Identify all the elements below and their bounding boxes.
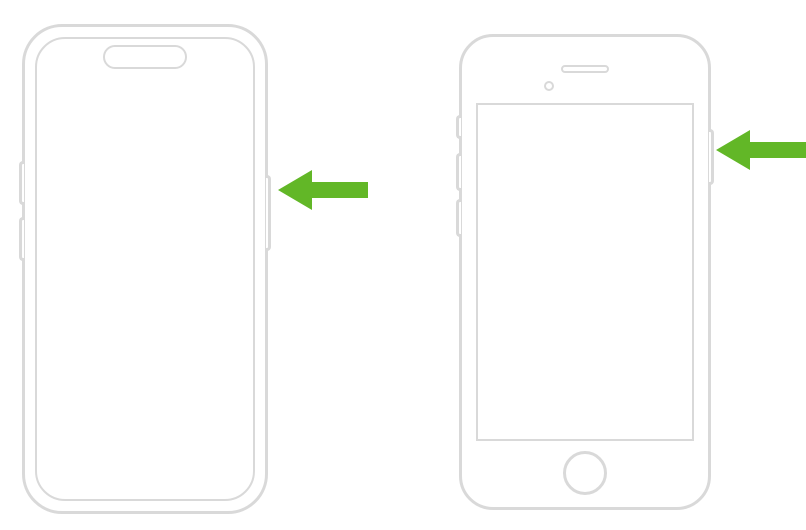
screen (476, 103, 694, 441)
speaker (561, 65, 609, 73)
dynamic-island (103, 45, 187, 69)
screen (35, 37, 255, 501)
arrow-left-icon (716, 128, 806, 172)
volume-down-button (456, 199, 461, 237)
arrow-left-icon (278, 168, 368, 212)
home-button (563, 451, 607, 495)
volume-up-button (456, 153, 461, 191)
side-button (266, 175, 271, 251)
front-camera (544, 81, 554, 91)
side-button (709, 129, 714, 185)
homebutton-iphone (459, 34, 711, 510)
volume-down-button (19, 217, 24, 261)
mute-switch (456, 115, 461, 139)
volume-up-button (19, 161, 24, 205)
faceid-iphone (22, 24, 268, 514)
